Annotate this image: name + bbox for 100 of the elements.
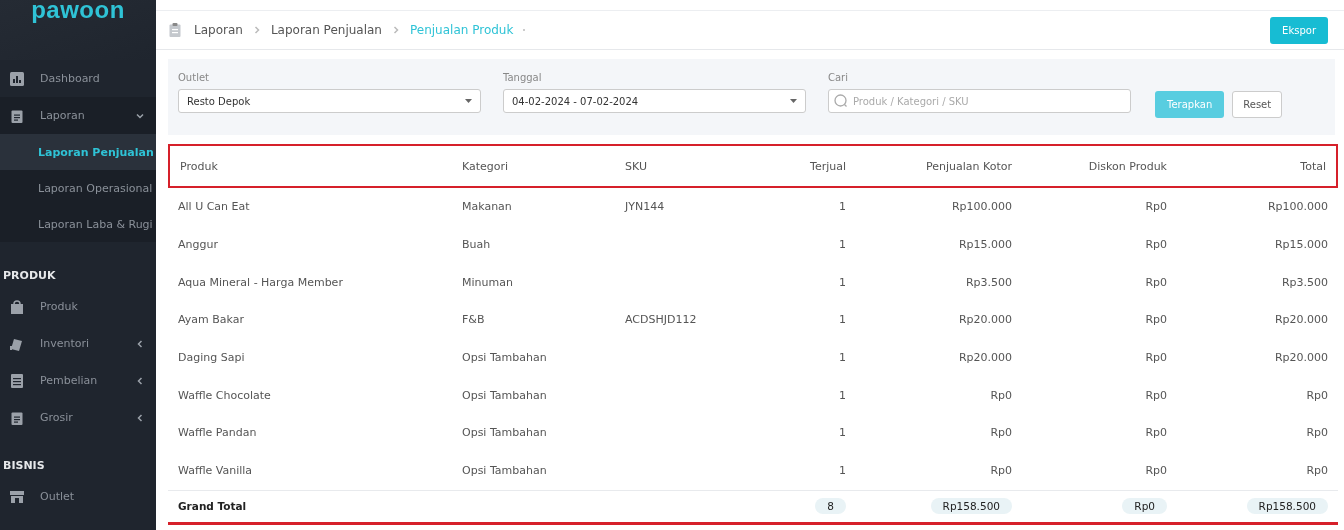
column-header: SKU bbox=[624, 158, 648, 175]
column-header: Kategori bbox=[461, 158, 510, 175]
breadcrumb-link[interactable]: Laporan bbox=[194, 23, 243, 37]
total-value: Rp0 bbox=[1122, 498, 1167, 514]
table-cell-text: F&B bbox=[461, 312, 486, 329]
column-header: Produk bbox=[179, 158, 219, 175]
table-cell-text: Waffle Vanilla bbox=[177, 463, 254, 480]
table-cell-text: Waffle Pandan bbox=[177, 425, 258, 442]
table-cell-text: ACDSHJD112 bbox=[624, 312, 698, 329]
table-cell-text: 1 bbox=[838, 387, 847, 404]
outlet-dropdown[interactable]: Resto Depok bbox=[178, 89, 481, 113]
submenu-item[interactable]: Laporan Operasional bbox=[0, 170, 156, 206]
sidebar-item[interactable]: Pembelian bbox=[0, 362, 156, 399]
table-cell-text: Rp20.000 bbox=[957, 350, 1013, 367]
table-cell-text: Rp15.000 bbox=[1273, 237, 1329, 254]
document-icon bbox=[10, 373, 24, 388]
total-value: 8 bbox=[815, 498, 846, 514]
grand-total-label: Grand Total bbox=[177, 499, 248, 514]
table-cell-text: Rp15.000 bbox=[957, 237, 1013, 254]
chevron-right-icon bbox=[392, 26, 400, 34]
table-cell-text: 1 bbox=[838, 463, 847, 480]
sidebar-item[interactable]: Outlet bbox=[0, 478, 156, 515]
table-cell-text: Rp0 bbox=[1305, 463, 1329, 480]
search-field[interactable]: Produk / Kategori / SKU bbox=[828, 89, 1131, 113]
table-cell-text: JYN144 bbox=[623, 199, 666, 216]
section-heading: PRODUK bbox=[2, 268, 57, 284]
field-label: Outlet bbox=[178, 72, 210, 83]
sidebar-item[interactable]: Dashboard bbox=[0, 60, 156, 97]
store-icon bbox=[10, 489, 24, 504]
sidebar-item[interactable]: Inventori bbox=[0, 325, 156, 362]
table-cell-text: Rp20.000 bbox=[1273, 350, 1329, 367]
table-cell-text: Opsi Tambahan bbox=[461, 463, 548, 480]
submenu-item[interactable]: Laporan Penjualan bbox=[0, 134, 156, 170]
date-range-dropdown[interactable]: 04-02-2024 - 07-02-2024 bbox=[503, 89, 806, 113]
table-cell-text: 1 bbox=[838, 312, 847, 329]
table-cell-text: Rp0 bbox=[1144, 387, 1168, 404]
column-header: Terjual bbox=[809, 158, 847, 175]
sidebar-item[interactable]: Produk bbox=[0, 288, 156, 325]
chevron-left-icon bbox=[136, 339, 144, 348]
table-cell-text: Rp20.000 bbox=[1273, 312, 1329, 329]
caret-icon bbox=[790, 99, 797, 103]
table-cell-text: 1 bbox=[838, 237, 847, 254]
table-cell-text: 1 bbox=[838, 350, 847, 367]
table-cell-text: Opsi Tambahan bbox=[461, 425, 548, 442]
table-cell-text: All U Can Eat bbox=[177, 199, 251, 216]
sidebar-item[interactable]: Laporan bbox=[0, 97, 156, 134]
chevron-right-icon bbox=[252, 26, 261, 34]
clipboard-icon bbox=[10, 108, 24, 123]
table-cell-text: Rp0 bbox=[989, 463, 1013, 480]
table-cell-text: 1 bbox=[838, 274, 847, 291]
table-cell-text: Rp0 bbox=[1305, 425, 1329, 442]
table-cell-text: Rp20.000 bbox=[957, 312, 1013, 329]
table-cell-text: Rp0 bbox=[1144, 463, 1168, 480]
clipboard-icon bbox=[168, 23, 182, 37]
table-cell-text: Aqua Mineral - Harga Member bbox=[177, 274, 344, 291]
chevron-left-icon bbox=[136, 376, 144, 385]
table-cell-text: Rp100.000 bbox=[950, 199, 1013, 216]
table-cell-text: Rp3.500 bbox=[1280, 274, 1329, 291]
table-cell-text: Minuman bbox=[461, 274, 514, 291]
table-cell-text: Buah bbox=[461, 237, 492, 254]
table-cell-text: Rp0 bbox=[1144, 312, 1168, 329]
table-cell-text: Anggur bbox=[177, 237, 219, 254]
clipboard-icon bbox=[10, 410, 24, 425]
table-cell-text: Rp0 bbox=[1144, 199, 1168, 216]
chart-icon bbox=[10, 71, 24, 86]
table-cell-text: 1 bbox=[838, 199, 847, 216]
submenu-item[interactable]: Laporan Laba & Rugi bbox=[0, 206, 156, 242]
column-header: Penjualan Kotor bbox=[925, 158, 1013, 175]
table-cell-text: Rp0 bbox=[1144, 237, 1168, 254]
total-value: Rp158.500 bbox=[930, 498, 1012, 514]
caret-icon bbox=[465, 99, 472, 103]
search-icon bbox=[834, 94, 847, 107]
sidebar-item[interactable]: Grosir bbox=[0, 399, 156, 436]
field-label: Tanggal bbox=[503, 72, 543, 83]
reset-button[interactable]: Reset bbox=[1232, 91, 1283, 118]
section-heading: BISNIS bbox=[2, 458, 46, 474]
chevron-left-icon bbox=[136, 413, 144, 422]
logo: pawoon bbox=[31, 0, 125, 25]
breadcrumb-link[interactable]: Laporan Penjualan bbox=[270, 23, 382, 37]
table-cell-text: Rp0 bbox=[1305, 387, 1329, 404]
table-cell-text: Rp3.500 bbox=[964, 274, 1013, 291]
total-value: Rp158.500 bbox=[1246, 498, 1328, 514]
column-header: Diskon Produk bbox=[1087, 158, 1168, 175]
table-cell-text: 1 bbox=[838, 425, 847, 442]
chevron-down-icon bbox=[136, 111, 144, 120]
table-cell-text: Rp100.000 bbox=[1266, 199, 1329, 216]
table-cell-text: Waffle Chocolate bbox=[177, 387, 272, 404]
table-cell-text: Opsi Tambahan bbox=[461, 350, 548, 367]
table-cell-text: Daging Sapi bbox=[177, 350, 246, 367]
table-cell-text: Rp0 bbox=[989, 387, 1013, 404]
column-header: Total bbox=[1299, 158, 1327, 175]
table-cell-text: Rp0 bbox=[1144, 425, 1168, 442]
table-cell-text: Rp0 bbox=[1144, 350, 1168, 367]
bag-icon bbox=[10, 299, 24, 314]
table-cell-text: Ayam Bakar bbox=[177, 312, 245, 329]
cards-icon bbox=[10, 336, 24, 351]
table-cell-text: Opsi Tambahan bbox=[461, 387, 548, 404]
table-cell-text: Rp0 bbox=[989, 425, 1013, 442]
field-label: Cari bbox=[828, 72, 849, 83]
table-cell-text: Rp0 bbox=[1144, 274, 1168, 291]
